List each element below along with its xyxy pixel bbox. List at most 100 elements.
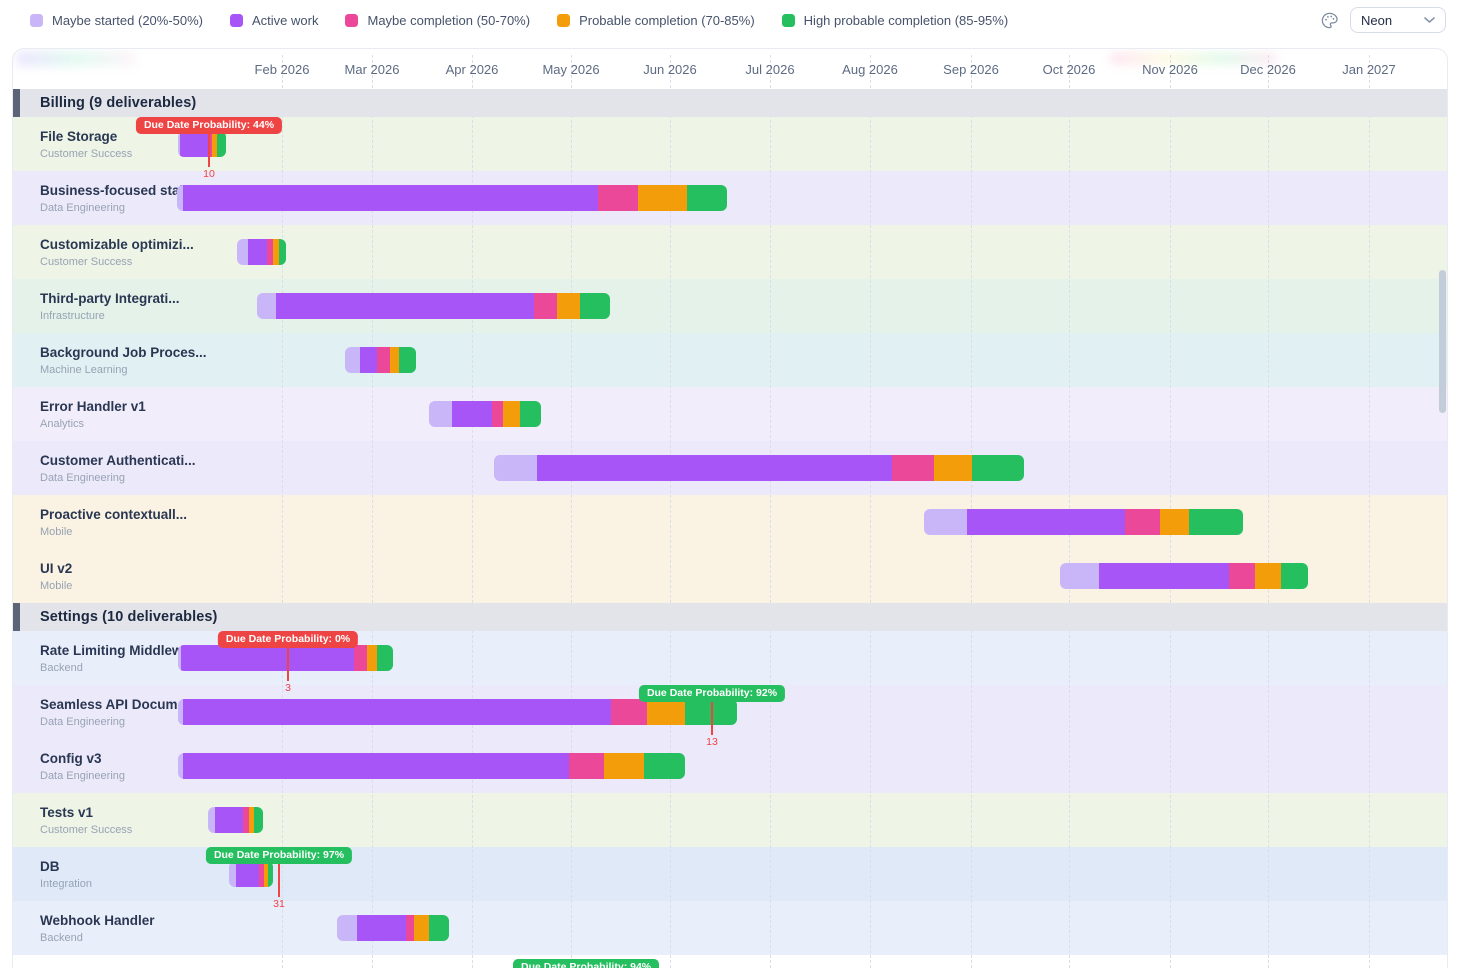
- bar-segment-probable_completion: [503, 401, 520, 427]
- section-title: Settings (10 deliverables): [40, 609, 217, 625]
- gantt-bar[interactable]: [429, 401, 541, 427]
- bar-segment-high_probable: [687, 185, 727, 211]
- due-tooltip: Due Date Probability: 44%: [136, 117, 282, 134]
- legend-swatch-icon: [230, 14, 243, 27]
- task-row[interactable]: UI v2Mobile: [13, 549, 1447, 603]
- bar-segment-maybe_completion: [534, 293, 557, 319]
- bar-segment-active: [360, 347, 377, 373]
- legend-label: Active work: [252, 13, 318, 28]
- task-row[interactable]: Rate Limiting Middlew...BackendDue Date …: [13, 631, 1447, 685]
- gantt-bar[interactable]: [237, 239, 286, 265]
- legend-item: High probable completion (85-95%): [782, 13, 1009, 28]
- bar-segment-maybe_completion: [892, 455, 934, 481]
- task-team-label: Mobile: [40, 526, 72, 538]
- bar-segment-maybe_started: [345, 347, 360, 373]
- bar-segment-maybe_completion: [598, 185, 638, 211]
- task-row[interactable]: Tests v1Customer Success: [13, 793, 1447, 847]
- task-row[interactable]: Business-focused stab...Data Engineering: [13, 171, 1447, 225]
- timeline-header: Feb 2026Mar 2026Apr 2026May 2026Jun 2026…: [13, 49, 1447, 89]
- bar-segment-maybe_started: [208, 807, 215, 833]
- gantt-bar[interactable]: [208, 807, 263, 833]
- task-team-label: Customer Success: [40, 148, 132, 160]
- legend-item: Active work: [230, 13, 318, 28]
- legend-item: Maybe started (20%-50%): [30, 13, 203, 28]
- task-row[interactable]: Seamless API Document...Data Engineering…: [13, 685, 1447, 739]
- task-team-label: Analytics: [40, 418, 84, 430]
- theme-select[interactable]: Neon: [1350, 7, 1446, 33]
- bar-segment-high_probable: [644, 753, 685, 779]
- task-row[interactable]: Webhook Handler Backend: [13, 901, 1447, 955]
- task-row[interactable]: Background Job Proces...Machine Learning: [13, 333, 1447, 387]
- legend-item: Maybe completion (50-70%): [345, 13, 530, 28]
- gantt-bar[interactable]: [1060, 563, 1308, 589]
- bar-segment-maybe_completion: [492, 401, 503, 427]
- month-label: Apr 2026: [446, 62, 499, 77]
- bar-segment-maybe_completion: [377, 347, 390, 373]
- bar-segment-probable_completion: [367, 645, 377, 671]
- task-name: Webhook Handler: [40, 913, 155, 928]
- gantt-bar[interactable]: [257, 293, 610, 319]
- bar-segment-probable_completion: [1160, 509, 1189, 535]
- gantt-bar[interactable]: [178, 753, 685, 779]
- bar-segment-maybe_started: [494, 455, 537, 481]
- due-tooltip: Due Date Probability: 97%: [206, 847, 352, 864]
- gantt-bar[interactable]: [494, 455, 1024, 481]
- bar-segment-probable_completion: [390, 347, 399, 373]
- month-label: Sep 2026: [943, 62, 999, 77]
- task-row[interactable]: DBIntegrationDue Date Probability: 97%31: [13, 847, 1447, 901]
- bar-segment-maybe_completion: [406, 915, 414, 941]
- vertical-scrollbar-thumb[interactable]: [1439, 270, 1446, 413]
- month-label: May 2026: [542, 62, 599, 77]
- task-team-label: Customer Success: [40, 824, 132, 836]
- palette-icon[interactable]: [1319, 10, 1339, 30]
- task-name: Proactive contextuall...: [40, 507, 187, 522]
- task-row[interactable]: Proactive contextuall... Mobile: [13, 495, 1447, 549]
- task-name: Error Handler v1: [40, 399, 146, 414]
- task-row[interactable]: Config v3Data Engineering: [13, 739, 1447, 793]
- due-marker-line: [711, 700, 713, 735]
- bar-segment-maybe_started: [429, 401, 452, 427]
- due-day-label: 13: [706, 736, 718, 748]
- bar-segment-high_probable: [429, 915, 449, 941]
- task-row[interactable]: Error Handler v1 Analytics: [13, 387, 1447, 441]
- gantt-bar[interactable]: [924, 509, 1243, 535]
- task-name: Config v3: [40, 751, 102, 766]
- task-name: File Storage: [40, 129, 117, 144]
- task-team-label: Data Engineering: [40, 202, 125, 214]
- task-team-label: Backend: [40, 932, 83, 944]
- due-marker-line: [208, 132, 210, 167]
- bar-segment-high_probable: [972, 455, 1024, 481]
- month-label: Feb 2026: [255, 62, 310, 77]
- bar-segment-active: [183, 753, 569, 779]
- bar-segment-maybe_started: [1060, 563, 1099, 589]
- month-label: Dec 2026: [1240, 62, 1296, 77]
- month-label: Mar 2026: [345, 62, 400, 77]
- gantt-bar[interactable]: [178, 645, 393, 671]
- bar-segment-maybe_completion: [1229, 563, 1255, 589]
- task-name: DB: [40, 859, 60, 874]
- due-day-label: 31: [273, 898, 285, 910]
- gantt-bar[interactable]: [178, 131, 226, 157]
- section-header: Billing (9 deliverables): [13, 89, 1447, 117]
- bar-segment-maybe_completion: [354, 645, 367, 671]
- task-team-label: Machine Learning: [40, 364, 127, 376]
- bar-segment-active: [537, 455, 892, 481]
- gantt-bar[interactable]: [229, 861, 273, 887]
- gantt-bar[interactable]: [337, 915, 449, 941]
- bar-segment-active: [183, 185, 598, 211]
- bar-segment-maybe_started: [337, 915, 357, 941]
- due-marker-line: [278, 862, 280, 897]
- bar-segment-active: [967, 509, 1125, 535]
- legend-swatch-icon: [30, 14, 43, 27]
- chevron-down-icon: [1424, 17, 1435, 24]
- task-row[interactable]: Customizable optimizi...Customer Success: [13, 225, 1447, 279]
- gantt-bar[interactable]: [345, 347, 416, 373]
- bar-segment-maybe_completion: [569, 753, 604, 779]
- gantt-bar[interactable]: [177, 185, 727, 211]
- bar-segment-high_probable: [399, 347, 416, 373]
- gantt-bar[interactable]: [178, 699, 737, 725]
- task-row[interactable]: File Storage Customer Success Due Date Pro…: [13, 117, 1447, 171]
- bar-segment-maybe_started: [237, 239, 248, 265]
- task-row[interactable]: Third-party Integrati...Infrastructure: [13, 279, 1447, 333]
- task-row[interactable]: Customer Authenticati...Data Engineering: [13, 441, 1447, 495]
